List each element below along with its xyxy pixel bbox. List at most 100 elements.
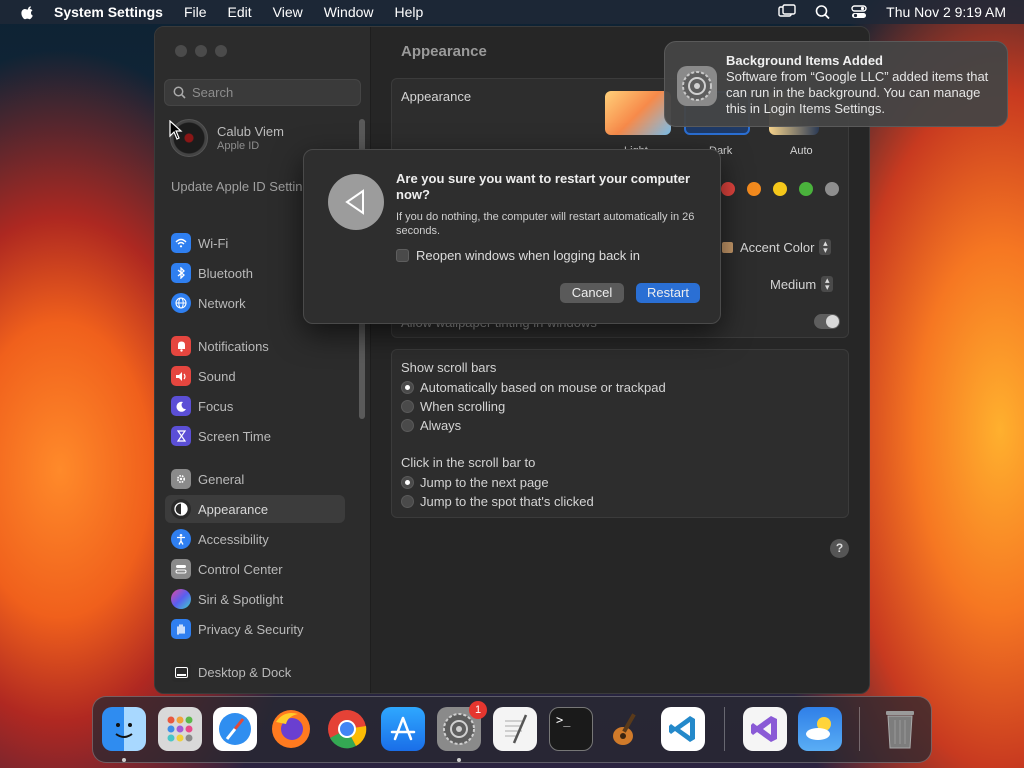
accent-swatch-green[interactable] — [799, 182, 813, 196]
weather-icon[interactable] — [798, 707, 842, 751]
restart-prompt-icon — [328, 174, 384, 230]
dock-icon — [171, 662, 191, 682]
menu-file[interactable]: File — [184, 4, 207, 20]
moon-icon — [171, 396, 191, 416]
app-store-icon[interactable] — [381, 707, 425, 751]
vscode-icon[interactable] — [661, 707, 705, 751]
sidebar-item-notifications[interactable]: Notifications — [165, 332, 345, 360]
chevron-updown-icon: ▴ ▾ — [819, 239, 832, 255]
menu-clock[interactable]: Thu Nov 2 9:19 AM — [886, 4, 1006, 20]
sidebar-icon-size-popup[interactable]: Medium ▴ ▾ — [770, 276, 834, 292]
control-center-icon — [171, 559, 191, 579]
running-indicator — [122, 758, 126, 762]
running-indicator — [457, 758, 461, 762]
siri-icon — [171, 589, 191, 609]
menu-app-name[interactable]: System Settings — [54, 4, 163, 20]
dock-separator — [859, 707, 860, 751]
sidebar-item-appearance[interactable]: Appearance — [165, 495, 345, 523]
sidebar-item-screen-time[interactable]: Screen Time — [165, 422, 345, 450]
sidebar-search[interactable] — [164, 79, 361, 106]
menu-window[interactable]: Window — [324, 4, 374, 20]
scroll-option-when-scrolling[interactable]: When scrolling — [401, 399, 505, 414]
accent-swatch-graphite[interactable] — [825, 182, 839, 196]
sidebar-item-general[interactable]: General — [165, 465, 345, 493]
dock-separator — [724, 707, 725, 751]
launchpad-icon[interactable] — [158, 707, 202, 751]
sidebar-item-label: Control Center — [198, 561, 283, 577]
restart-button[interactable]: Restart — [636, 283, 700, 303]
scroll-option-automatic[interactable]: Automatically based on mouse or trackpad — [401, 380, 666, 395]
control-center-icon[interactable] — [850, 4, 868, 20]
color-chip-icon — [722, 241, 733, 253]
mouse-pointer-icon — [169, 120, 183, 140]
sidebar-item-label: Appearance — [198, 501, 269, 517]
window-controls — [175, 45, 235, 57]
light-mode-thumbnail[interactable] — [605, 91, 671, 135]
search-input[interactable] — [192, 85, 342, 100]
apple-logo-icon[interactable] — [18, 4, 38, 20]
firefox-icon[interactable] — [269, 707, 313, 751]
background-items-notification[interactable]: Background Items Added Software from “Go… — [664, 41, 1008, 127]
accent-swatch-yellow[interactable] — [773, 182, 787, 196]
sidebar-item-label: Desktop & Dock — [198, 664, 292, 680]
screen-mirroring-icon[interactable] — [778, 4, 796, 20]
notification-title: Background Items Added — [726, 53, 883, 68]
click-option-spot-clicked[interactable]: Jump to the spot that's clicked — [401, 494, 594, 509]
restart-dialog: Are you sure you want to restart your co… — [303, 149, 721, 324]
terminal-icon[interactable]: >_ — [549, 707, 593, 751]
textedit-icon[interactable] — [493, 707, 537, 751]
apple-id-account[interactable]: Calub Viem Apple ID — [170, 119, 284, 157]
click-option-next-page[interactable]: Jump to the next page — [401, 475, 549, 490]
sidebar-item-label: Wi-Fi — [198, 235, 229, 251]
close-window-button[interactable] — [175, 45, 187, 57]
system-settings-icon[interactable]: 1 — [437, 701, 487, 751]
sidebar-item-privacy-security[interactable]: Privacy & Security — [165, 615, 345, 643]
user-name: Calub Viem — [217, 124, 284, 139]
scroll-option-always[interactable]: Always — [401, 418, 461, 433]
sidebar-item-label: Screen Time — [198, 428, 271, 444]
sidebar-item-label: General — [198, 471, 245, 487]
trash-icon[interactable] — [878, 707, 922, 751]
minimize-window-button[interactable] — [195, 45, 207, 57]
apple-id-label: Apple ID — [217, 140, 260, 152]
radio-label: Always — [420, 418, 462, 433]
sidebar-item-label: Sound — [198, 368, 236, 384]
garageband-icon[interactable] — [605, 707, 649, 751]
sidebar-item-siri-spotlight[interactable]: Siri & Spotlight — [165, 585, 345, 613]
gear-icon — [171, 469, 191, 489]
help-button[interactable]: ? — [830, 539, 849, 558]
click-scroll-bar-label: Click in the scroll bar to — [401, 455, 536, 470]
appearance-icon — [171, 499, 191, 519]
sidebar-item-control-center[interactable]: Control Center — [165, 555, 345, 583]
zoom-window-button[interactable] — [215, 45, 227, 57]
search-icon — [173, 86, 186, 99]
visual-studio-icon[interactable] — [743, 707, 787, 751]
highlight-color-popup[interactable]: Accent Color ▴ ▾ — [722, 239, 832, 255]
cancel-button[interactable]: Cancel — [560, 283, 624, 303]
safari-icon[interactable] — [213, 707, 257, 751]
accent-swatch-orange[interactable] — [747, 182, 761, 196]
highlight-color-label: Accent Color — [740, 239, 815, 255]
sidebar-item-label: Notifications — [198, 338, 269, 354]
scroll-bars-panel: Show scroll bars Automatically based on … — [391, 349, 849, 518]
finder-icon[interactable] — [102, 707, 146, 751]
reopen-windows-checkbox[interactable]: Reopen windows when logging back in — [396, 248, 640, 263]
menu-view[interactable]: View — [273, 4, 303, 20]
sidebar-item-accessibility[interactable]: Accessibility — [165, 525, 345, 553]
sidebar: Calub Viem Apple ID Update Apple ID Sett… — [155, 27, 371, 693]
chrome-icon[interactable] — [325, 707, 369, 751]
scroll-bars-label: Show scroll bars — [401, 360, 497, 375]
wifi-icon — [171, 233, 191, 253]
sidebar-item-desktop-dock[interactable]: Desktop & Dock — [165, 658, 345, 686]
spotlight-search-icon[interactable] — [814, 4, 832, 20]
accent-swatch-red[interactable] — [721, 182, 735, 196]
mode-label-auto: Auto — [790, 145, 813, 157]
sidebar-item-label: Siri & Spotlight — [198, 591, 284, 607]
radio-selected-icon — [401, 381, 414, 394]
sidebar-item-focus[interactable]: Focus — [165, 392, 345, 420]
sidebar-item-sound[interactable]: Sound — [165, 362, 345, 390]
menu-help[interactable]: Help — [395, 4, 424, 20]
sidebar-item-label: Bluetooth — [198, 265, 253, 281]
wallpaper-tint-toggle[interactable] — [814, 314, 840, 329]
menu-edit[interactable]: Edit — [228, 4, 252, 20]
